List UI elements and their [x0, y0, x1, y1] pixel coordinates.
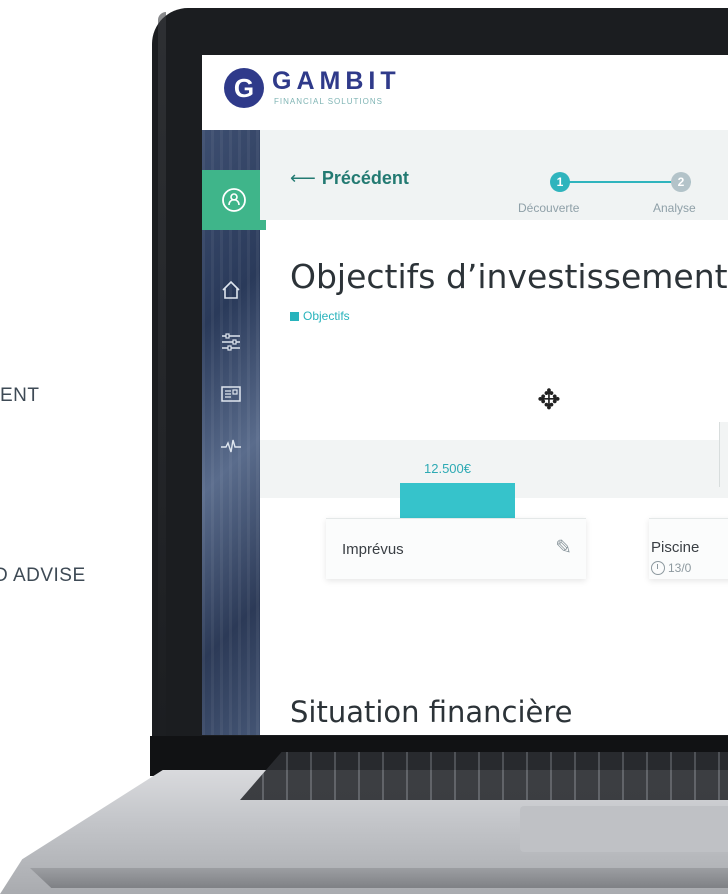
objective-date: 13/0 [651, 561, 691, 575]
move-icon[interactable]: ✥ [534, 385, 564, 415]
sidebar-item-activity[interactable] [202, 429, 260, 463]
objective-bar-imprevus[interactable] [400, 483, 515, 518]
objective-card-label: Imprévus [342, 541, 404, 558]
arrow-left-icon: ⟵ [290, 168, 316, 188]
sidebar-item-profile[interactable] [202, 170, 266, 230]
back-button[interactable]: ⟵ Précédent [290, 168, 409, 189]
section-tag-label: Objectifs [303, 309, 350, 323]
home-icon [222, 280, 240, 299]
laptop-keyboard [240, 752, 728, 800]
sidebar-item-documents[interactable] [202, 377, 260, 411]
stepper-bar: ⟵ Précédent 1 2 Découverte Analyse [260, 130, 728, 220]
step-2-label: Analyse [653, 201, 696, 215]
pencil-icon[interactable]: ✎ [555, 535, 572, 559]
cropped-side-text-2: D ADVISE [0, 565, 86, 586]
brand-subtitle: FINANCIAL SOLUTIONS [274, 97, 383, 106]
pulse-icon [221, 439, 241, 453]
brand-name: GAMBIT [272, 67, 401, 95]
step-1-indicator[interactable]: 1 [550, 172, 570, 192]
section-tag: Objectifs [290, 309, 350, 323]
page-title: Objectifs d’investissement [290, 257, 728, 296]
section-title-financial: Situation financière [290, 695, 573, 729]
step-1-label: Découverte [518, 201, 580, 215]
laptop-bezel-highlight [158, 12, 166, 772]
gambit-logo-icon[interactable]: G [224, 68, 264, 108]
step-2-indicator[interactable]: 2 [671, 172, 691, 192]
app-header: G GAMBIT FINANCIAL SOLUTIONS [202, 55, 728, 130]
objective-bar-piscine [719, 422, 728, 487]
objective-amount: 12.500€ [424, 461, 471, 476]
cropped-side-text-1: ENT [0, 385, 40, 406]
objective-card-piscine[interactable]: Piscine 13/0 [649, 518, 728, 579]
clock-icon [651, 561, 665, 575]
back-button-label: Précédent [321, 168, 409, 188]
app-screen: G GAMBIT FINANCIAL SOLUTIONS ⟵ Précédent… [202, 55, 728, 735]
laptop-trackpad [520, 806, 728, 852]
card-icon [221, 386, 241, 402]
tag-square-icon [290, 312, 299, 321]
objective-card-imprevus[interactable]: Imprévus ✎ [326, 518, 586, 579]
objective-card-label: Piscine [651, 539, 700, 556]
sidebar-item-settings[interactable] [202, 325, 260, 359]
user-circle-icon [222, 188, 246, 212]
laptop-base-edge [30, 868, 728, 888]
sidebar-item-home[interactable] [202, 273, 260, 307]
objective-date-text: 13/0 [668, 561, 692, 575]
sliders-icon [222, 333, 240, 351]
